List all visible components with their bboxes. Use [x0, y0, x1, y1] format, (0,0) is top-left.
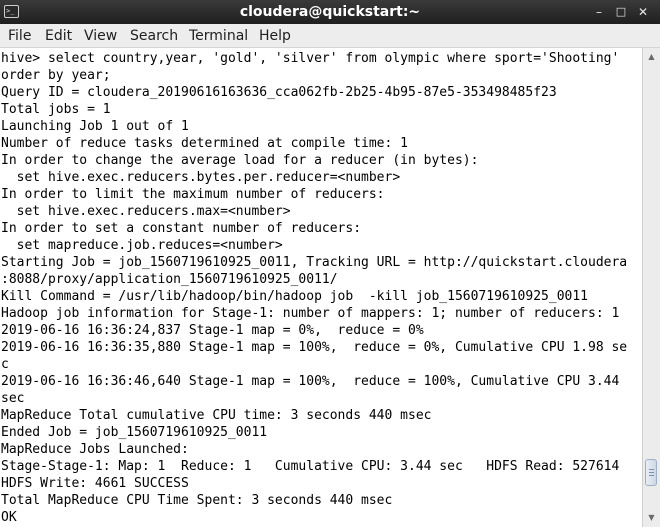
- terminal-line: Stage-Stage-1: Map: 1 Reduce: 1 Cumulati…: [1, 459, 620, 474]
- scroll-up-icon[interactable]: ▲: [643, 50, 660, 64]
- terminal-line: :8088/proxy/application_1560719610925_00…: [1, 272, 338, 287]
- terminal-line: 2019-06-16 16:36:46,640 Stage-1 map = 10…: [1, 374, 620, 389]
- terminal-line: Kill Command = /usr/lib/hadoop/bin/hadoo…: [1, 289, 588, 304]
- terminal-line: set hive.exec.reducers.max=<number>: [1, 204, 291, 219]
- maximize-icon[interactable]: □: [611, 0, 631, 24]
- menu-edit[interactable]: Edit: [45, 24, 72, 48]
- terminal-line: Hadoop job information for Stage-1: numb…: [1, 306, 620, 321]
- menu-terminal[interactable]: Terminal: [189, 24, 248, 48]
- grip-icon: [649, 471, 654, 473]
- terminal-line: MapReduce Jobs Launched:: [1, 442, 189, 457]
- terminal-line: OK: [1, 510, 17, 525]
- minimize-icon[interactable]: –: [589, 0, 609, 24]
- terminal-line: order by year;: [1, 68, 111, 83]
- menu-file[interactable]: File: [8, 24, 31, 48]
- terminal-line: set mapreduce.job.reduces=<number>: [1, 238, 283, 253]
- terminal-line: MapReduce Total cumulative CPU time: 3 s…: [1, 408, 432, 423]
- grip-icon: [649, 468, 654, 470]
- terminal-line: HDFS Write: 4661 SUCCESS: [1, 476, 189, 491]
- terminal-line: sec: [1, 391, 25, 406]
- menu-search[interactable]: Search: [130, 24, 178, 48]
- terminal-line: c: [1, 357, 9, 372]
- terminal-line: Total jobs = 1: [1, 102, 111, 117]
- menu-bar: File Edit View Search Terminal Help: [0, 24, 660, 48]
- terminal-line: Total MapReduce CPU Time Spent: 3 second…: [1, 493, 393, 508]
- terminal-line: In order to limit the maximum number of …: [1, 187, 385, 202]
- terminal-line: Starting Job = job_1560719610925_0011, T…: [1, 255, 628, 270]
- terminal-line: 2019-06-16 16:36:35,880 Stage-1 map = 10…: [1, 340, 628, 355]
- grip-icon: [649, 474, 654, 476]
- terminal-window: >_ cloudera@quickstart:~ – □ ✕ File Edit…: [0, 0, 660, 527]
- terminal-line: In order to set a constant number of red…: [1, 221, 362, 236]
- terminal-line: hive> select country,year, 'gold', 'silv…: [1, 51, 620, 66]
- terminal-line: set hive.exec.reducers.bytes.per.reducer…: [1, 170, 401, 185]
- menu-help[interactable]: Help: [259, 24, 291, 48]
- terminal-line: Query ID = cloudera_20190616163636_cca06…: [1, 85, 557, 100]
- terminal-line: 2019-06-16 16:36:24,837 Stage-1 map = 0%…: [1, 323, 424, 338]
- menu-view[interactable]: View: [84, 24, 117, 48]
- scrollbar-thumb[interactable]: [645, 459, 657, 486]
- terminal-line: Launching Job 1 out of 1: [1, 119, 189, 134]
- terminal-line: In order to change the average load for …: [1, 153, 479, 168]
- terminal-output[interactable]: hive> select country,year, 'gold', 'silv…: [0, 48, 642, 527]
- scroll-down-icon[interactable]: ▼: [643, 511, 660, 525]
- close-icon[interactable]: ✕: [633, 0, 653, 24]
- terminal-line: Number of reduce tasks determined at com…: [1, 136, 408, 151]
- window-title: cloudera@quickstart:~: [239, 4, 421, 20]
- terminal-line: Ended Job = job_1560719610925_0011: [1, 425, 268, 440]
- title-bar[interactable]: >_ cloudera@quickstart:~ – □ ✕: [0, 0, 660, 24]
- vertical-scrollbar[interactable]: ▲ ▼: [642, 48, 660, 527]
